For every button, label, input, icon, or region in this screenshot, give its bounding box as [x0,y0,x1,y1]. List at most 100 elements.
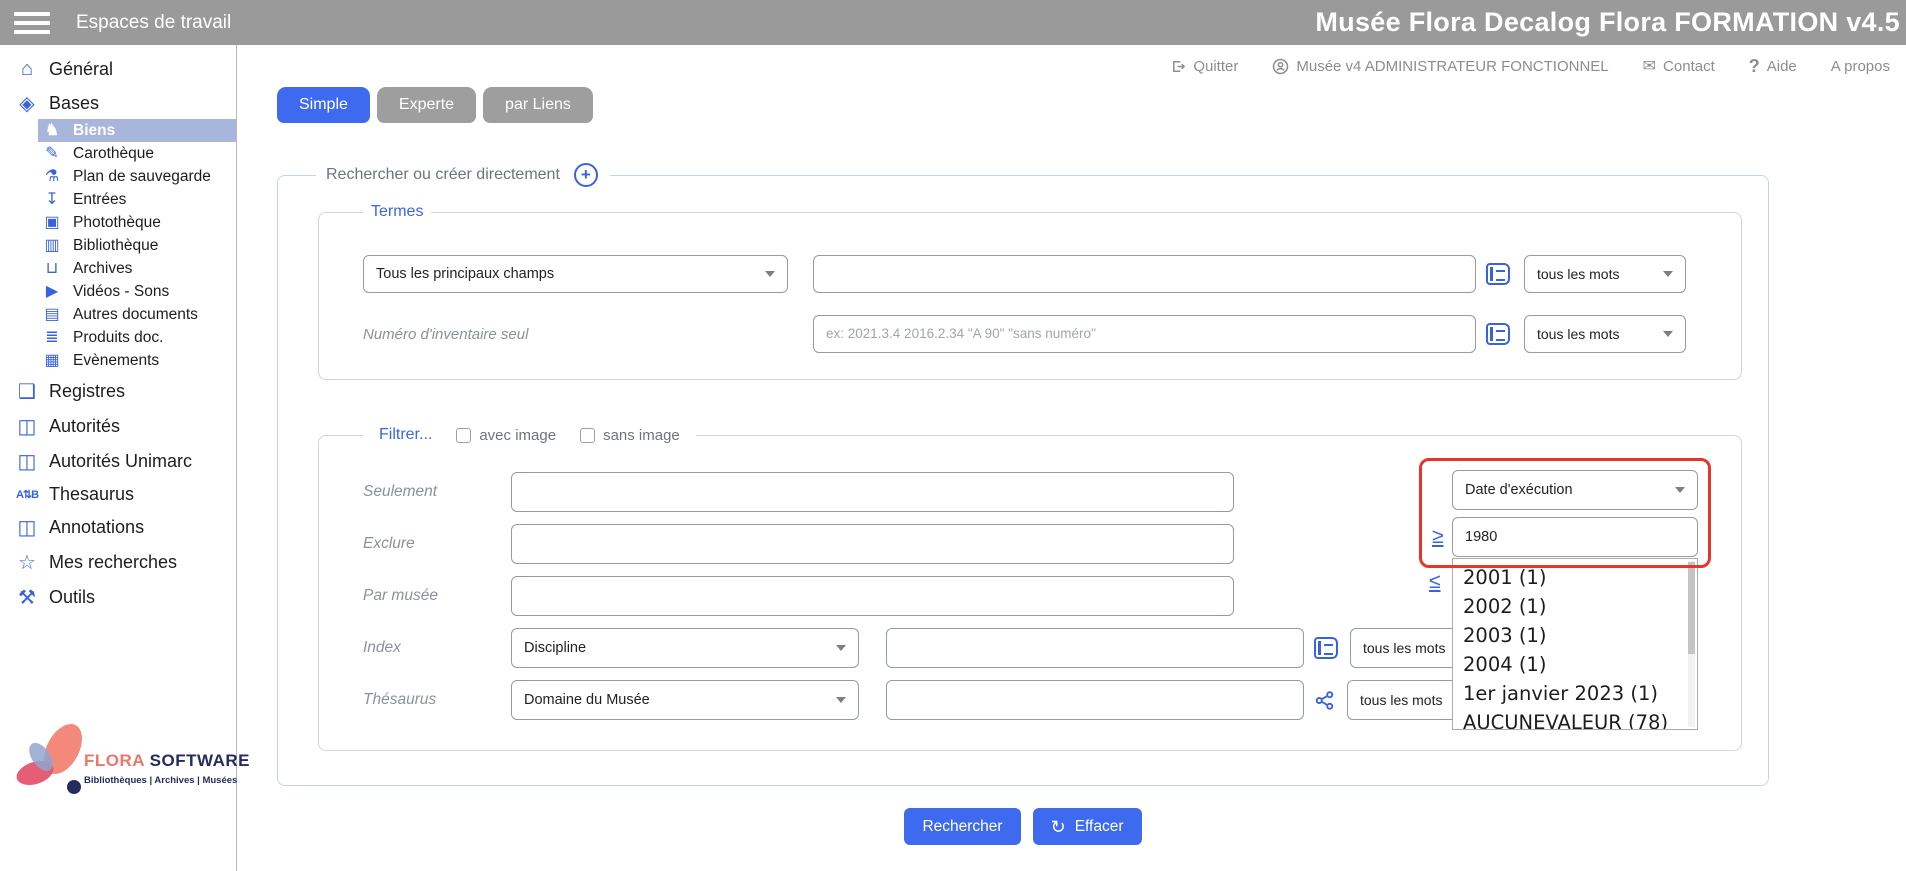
sidebar-item-carotheque[interactable]: ✎ Carothèque [38,142,236,165]
sidebar-item-archives[interactable]: ⊔Archives [38,257,236,280]
chevron-down-icon [1663,271,1673,277]
quitter-link[interactable]: Quitter [1171,58,1238,75]
avec-image-checkbox[interactable] [456,428,471,443]
effacer-button[interactable]: ↻ Effacer [1033,808,1142,845]
sidebar-item-entrees[interactable]: ↧Entrées [38,188,236,211]
sidebar-item-general[interactable]: ⌂Général [0,55,236,84]
popup-scrollbar-thumb[interactable] [1688,562,1695,654]
app-title: Musée Flora Decalog Flora FORMATION v4.5 [1315,7,1900,38]
sidebar-item-label: Bases [49,93,99,114]
index-book-icon[interactable] [1486,263,1510,285]
logo-tagline: Bibliothèques | Archives | Musées [84,775,250,786]
date-suggestion-item[interactable]: 2003 (1) [1463,621,1697,650]
fire-extinguisher-icon: ⚗ [40,167,64,186]
sidebar-item-annotations[interactable]: ◫Annotations [0,512,236,543]
highlight-red-box: Date d'exécution ≥ [1419,458,1711,568]
flora-flower-icon [8,717,94,807]
termes-row-main: Tous les principaux champs tous les mots [363,255,1741,293]
sidebar-item-produits-doc[interactable]: ≣Produits doc. [38,326,236,349]
seulement-input[interactable] [511,472,1234,512]
index-select[interactable]: Discipline [511,628,859,668]
pen-icon: ✎ [40,144,64,163]
create-plus-icon[interactable]: + [574,163,598,187]
image-icon: ▣ [40,213,64,232]
sidebar-item-label: Autorités [49,416,120,437]
sidebar-item-mes-recherches[interactable]: ☆Mes recherches [0,547,236,578]
index-input[interactable] [886,628,1304,668]
less-equal-symbol: ≤ [1429,570,1441,594]
exclure-input[interactable] [511,524,1234,564]
aide-link[interactable]: ? Aide [1749,56,1797,77]
thesaurus-select[interactable]: Domaine du Musée [511,680,859,720]
sidebar-item-label: Autres documents [73,305,198,324]
contact-link[interactable]: ✉ Contact [1643,56,1715,76]
avec-image-checkbox-label[interactable]: avec image [456,427,556,444]
sidebar-item-autorites-unimarc[interactable]: ◫Autorités Unimarc [0,446,236,477]
term-input[interactable] [813,255,1476,293]
workspace-label: Espaces de travail [76,12,231,34]
hamburger-menu-icon[interactable] [14,7,50,39]
tab-simple[interactable]: Simple [277,87,370,123]
refresh-icon: ↻ [1051,818,1066,836]
chevron-down-icon [1675,487,1685,493]
sidebar-item-label: Photothèque [73,213,161,232]
sidebar-item-outils[interactable]: ⚒Outils [0,582,236,613]
chevron-down-icon [765,271,775,277]
actions-row: Rechercher ↻ Effacer [277,808,1769,845]
rechercher-button[interactable]: Rechercher [904,808,1020,845]
sidebar-item-plan-de-sauvegarde[interactable]: ⚗Plan de sauvegarde [38,165,236,188]
inventory-input[interactable] [813,315,1476,353]
index-book-icon[interactable] [1314,637,1338,659]
sidebar-item-registres[interactable]: ❑ Registres [0,376,236,407]
tab-experte[interactable]: Experte [377,87,476,123]
date-suggestion-item[interactable]: 1er janvier 2023 (1) [1463,679,1697,708]
sans-image-checkbox-label[interactable]: sans image [580,427,680,444]
chess-knight-icon: ♞ [40,121,64,140]
inventory-mode-select[interactable]: tous les mots [1524,315,1686,353]
thesaurus-input[interactable] [886,680,1304,720]
thesaurus-label: Thésaurus [363,691,511,709]
index-label: Index [363,639,511,657]
sidebar-item-label: Outils [49,587,95,608]
field-select[interactable]: Tous les principaux champs [363,255,788,293]
date-field-select[interactable]: Date d'exécution [1452,470,1698,510]
par-musee-input[interactable] [511,576,1234,616]
sidebar-item-label: Registres [49,381,125,402]
apropos-link[interactable]: A propos [1831,58,1890,75]
date-suggestion-item[interactable]: 2004 (1) [1463,650,1697,679]
exclure-label: Exclure [363,535,511,553]
sidebar-item-autres-documents[interactable]: ▤Autres documents [38,303,236,326]
date-suggestion-item[interactable]: AUCUNEVALEUR (78) [1463,708,1697,730]
sidebar-item-phototheque[interactable]: ▣ Photothèque [38,211,236,234]
search-mode-tabs: Simple Experte par Liens [277,87,1906,123]
date-from-input[interactable] [1452,517,1698,557]
sidebar-item-label: Carothèque [73,144,154,163]
sidebar-item-bibliotheque[interactable]: ▥Bibliothèque [38,234,236,257]
sidebar-item-label: Produits doc. [73,328,163,347]
sidebar-item-thesaurus[interactable]: A⇅BThesaurus [0,481,236,508]
sidebar-item-bases[interactable]: ◈ Bases [0,88,236,119]
date-gte-row: ≥ [1432,517,1698,557]
sidebar-item-videos-sons[interactable]: ▶Vidéos - Sons [38,280,236,303]
share-icon[interactable] [1314,690,1335,711]
tag-icon: ◈ [14,91,40,116]
user-account-link[interactable]: Musée v4 ADMINISTRATEUR FONCTIONNEL [1272,58,1608,75]
sidebar-item-biens[interactable]: ♞Biens [38,119,236,142]
inventory-label: Numéro d'inventaire seul [363,326,788,343]
envelope-icon: ✉ [1643,56,1656,76]
tab-par-liens[interactable]: par Liens [483,87,593,123]
sidebar-item-evenements[interactable]: ▦Evènements [38,349,236,372]
sidebar-item-autorites[interactable]: ◫Autorités [0,411,236,442]
date-suggestion-item[interactable]: 2002 (1) [1463,592,1697,621]
sidebar-item-label: Evènements [73,351,159,370]
home-icon: ⌂ [14,58,40,81]
filter-section: Filtrer... avec image sans image [318,426,1742,751]
translate-icon: A⇅B [14,488,40,501]
registers-icon: ❑ [14,379,40,404]
index-book-icon[interactable] [1486,323,1510,345]
books-icon: ▥ [40,236,64,255]
open-book-icon: ◫ [14,515,40,540]
sans-image-checkbox[interactable] [580,428,595,443]
term-mode-select[interactable]: tous les mots [1524,255,1686,293]
logout-icon [1171,59,1186,74]
